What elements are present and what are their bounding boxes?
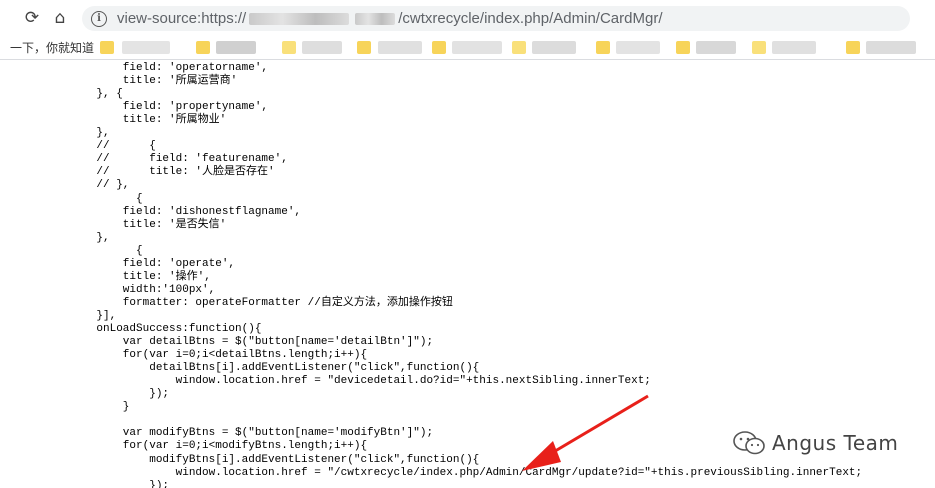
bookmark-favicon-icon[interactable]	[512, 41, 526, 54]
reload-icon[interactable]: ⟳	[20, 6, 44, 30]
address-url[interactable]: view-source:https:// /cwtxrecycle/index.…	[117, 10, 662, 27]
source-line: var detailBtns = $("button[name='detailB…	[70, 336, 434, 349]
source-line: title: '操作',	[70, 270, 211, 283]
source-line: for(var i=0;i<modifyBtns.length;i++){	[70, 440, 368, 453]
info-icon[interactable]: i	[91, 10, 107, 27]
source-line: detailBtns[i].addEventListener("click",f…	[70, 362, 480, 375]
url-path: /cwtxrecycle/index.php/Admin/CardMgr/	[398, 10, 663, 27]
url-redacted-block	[249, 12, 350, 25]
bookmark-redacted[interactable]	[216, 41, 256, 54]
bookmarks-bar: 一下，你就知道	[0, 36, 935, 60]
bookmark-favicon-icon[interactable]	[196, 41, 210, 54]
source-line: },	[70, 231, 110, 244]
source-line: }	[70, 401, 130, 414]
bookmark-redacted[interactable]	[616, 41, 660, 54]
address-bar[interactable]: i view-source:https:// /cwtxrecycle/inde…	[82, 6, 910, 31]
source-line: {	[70, 192, 143, 205]
source-code-view[interactable]: field: 'operatorname', title: '所属运营商' },…	[0, 60, 935, 488]
bookmark-redacted[interactable]	[452, 41, 502, 54]
source-line: {	[70, 244, 143, 257]
bookmark-item[interactable]: 一下，你就知道	[10, 39, 94, 56]
source-line: window.location.href = "devicedetail.do?…	[70, 375, 651, 388]
source-line: });	[70, 388, 170, 401]
bookmark-favicon-icon[interactable]	[357, 41, 371, 54]
source-line: }],	[70, 309, 117, 322]
source-line: // field: 'featurename',	[70, 153, 288, 166]
source-line: // title: '人脸是否存在'	[70, 166, 275, 179]
source-line: field: 'dishonestflagname',	[70, 205, 302, 218]
source-line: title: '所属物业'	[70, 114, 227, 127]
bookmark-favicon-icon[interactable]	[596, 41, 610, 54]
bookmark-redacted[interactable]	[866, 41, 916, 54]
source-line: title: '是否失信'	[70, 218, 227, 231]
source-line: title: '所属运营商'	[70, 75, 238, 88]
bookmark-redacted[interactable]	[302, 41, 342, 54]
source-line: field: 'operatorname',	[70, 62, 269, 74]
bookmark-favicon-icon[interactable]	[752, 41, 766, 54]
source-line: var modifyBtns = $("button[name='modifyB…	[70, 427, 434, 440]
source-line: for(var i=0;i<detailBtns.length;i++){	[70, 349, 368, 362]
source-line: // },	[70, 179, 130, 192]
bookmark-favicon-icon[interactable]	[846, 41, 860, 54]
source-line: field: 'propertyname',	[70, 101, 269, 114]
browser-toolbar: ⟳ ⌂ i view-source:https:// /cwtxrecycle/…	[0, 0, 935, 36]
source-line: onLoadSuccess:function(){	[70, 323, 262, 335]
watermark-text: Angus Team	[772, 431, 899, 455]
bookmark-favicon-icon[interactable]	[432, 41, 446, 54]
source-line: },	[70, 127, 110, 140]
source-line: // {	[70, 140, 156, 153]
bookmark-favicon-icon[interactable]	[676, 41, 690, 54]
url-redacted-block	[355, 12, 396, 25]
bookmark-favicon-icon[interactable]	[100, 41, 114, 54]
bookmark-redacted[interactable]	[532, 41, 576, 54]
source-line: width:'100px',	[70, 283, 216, 296]
source-line: window.location.href = "/cwtxrecycle/ind…	[70, 466, 863, 479]
wechat-icon	[733, 431, 765, 455]
bookmark-redacted[interactable]	[378, 41, 422, 54]
bookmark-redacted[interactable]	[696, 41, 736, 54]
url-prefix: view-source:https://	[117, 10, 247, 27]
bookmark-favicon-icon[interactable]	[282, 41, 296, 54]
source-line: field: 'operate',	[70, 257, 236, 270]
watermark: Angus Team	[732, 430, 898, 456]
source-line: modifyBtns[i].addEventListener("click",f…	[70, 453, 480, 466]
bookmark-redacted[interactable]	[122, 41, 170, 54]
source-line: formatter: operateFormatter //自定义方法，添加操作…	[70, 296, 453, 309]
home-icon[interactable]: ⌂	[48, 6, 72, 30]
source-line: });	[70, 479, 170, 488]
source-line: }, {	[70, 88, 123, 101]
bookmark-redacted[interactable]	[772, 41, 816, 54]
